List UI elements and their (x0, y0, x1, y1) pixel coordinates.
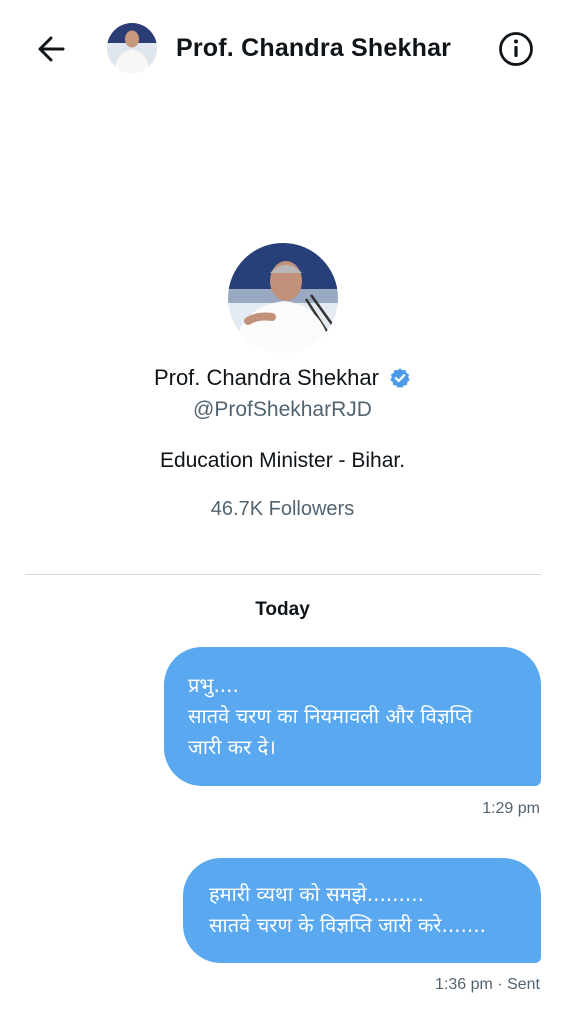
divider (25, 574, 541, 575)
date-separator: Today (255, 599, 310, 620)
header-title: Prof. Chandra Shekhar (176, 34, 452, 62)
message-bubble[interactable]: प्रभु.... सातवे चरण का नियमावली और विज्ञ… (164, 647, 541, 786)
message-bubble[interactable]: हमारी व्यथा को समझे......... सातवे चरण क… (183, 858, 541, 963)
message-text-line: सातवे चरण का नियमावली और विज्ञप्ति (188, 704, 473, 728)
followers-count[interactable]: 46.7K Followers (0, 498, 565, 521)
profile-name-row: Prof. Chandra Shekhar (0, 365, 565, 391)
avatar[interactable] (107, 23, 157, 73)
message-timestamp: 1:29 pm (482, 800, 540, 817)
conversation-header: Prof. Chandra Shekhar (0, 0, 565, 100)
message-text-line: प्रभु.... (188, 673, 239, 697)
message-timestamp: 1:36 pm · Sent (435, 976, 540, 993)
profile-avatar[interactable] (228, 243, 338, 353)
profile-bio: Education Minister - Bihar. (159, 449, 406, 472)
profile-handle: @ProfShekharRJD (193, 398, 372, 421)
profile-name: Prof. Chandra Shekhar (153, 365, 379, 390)
message-text-line: सातवे चरण के विज्ञप्ति जारी करे....... (209, 913, 486, 937)
message-text-line: जारी कर दे। (188, 735, 276, 759)
arrow-left-icon[interactable] (34, 32, 68, 66)
message-text-line: हमारी व्यथा को समझे......... (209, 882, 424, 906)
verified-badge-icon (390, 368, 410, 388)
info-circle-icon[interactable] (497, 30, 535, 68)
